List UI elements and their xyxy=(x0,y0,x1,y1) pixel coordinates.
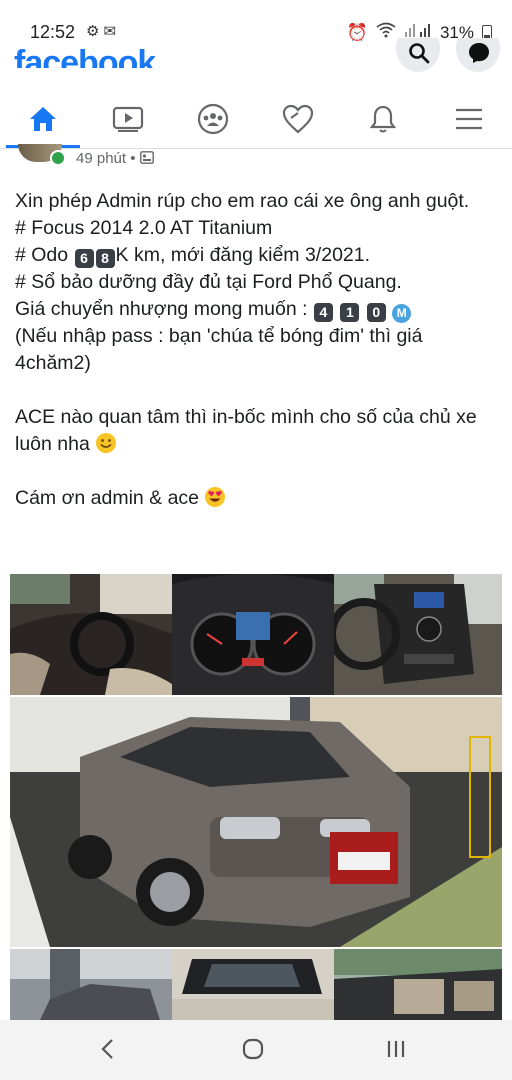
alarm-icon: ⏰ xyxy=(346,22,368,42)
tab-groups[interactable] xyxy=(178,92,248,146)
messenger-icon xyxy=(469,43,489,63)
post-line: Cám ơn admin & ace xyxy=(15,487,200,509)
back-button[interactable] xyxy=(100,1038,116,1066)
keycap-digit: 1 xyxy=(340,303,360,322)
photo-car-interior-side[interactable] xyxy=(334,949,502,1020)
smiling-face-icon xyxy=(95,432,117,454)
search-icon xyxy=(409,43,430,64)
tab-dating[interactable] xyxy=(263,92,333,146)
dot-separator: • xyxy=(130,150,140,167)
photo-interior-dashboard[interactable] xyxy=(10,574,172,695)
post-line: # Sổ bảo dưỡng đầy đủ tại Ford Phổ Quang… xyxy=(15,271,402,293)
group-privacy-icon xyxy=(139,151,154,164)
post-body: Xin phép Admin rúp cho em rao cái xe ông… xyxy=(15,188,500,512)
tab-bar xyxy=(0,92,512,149)
heart-eyes-icon xyxy=(204,486,226,508)
dating-icon xyxy=(282,104,314,134)
online-indicator xyxy=(50,150,66,166)
circled-m: M xyxy=(392,304,412,323)
post-line: Giá chuyển nhượng mong muốn : xyxy=(15,298,313,320)
video-icon xyxy=(112,106,144,132)
home-button[interactable] xyxy=(242,1038,264,1066)
tab-home[interactable] xyxy=(6,92,80,148)
recents-icon xyxy=(387,1041,405,1057)
photo-car-side[interactable] xyxy=(10,949,172,1020)
photo-center-console[interactable] xyxy=(334,574,502,695)
wifi-icon xyxy=(376,22,396,43)
recents-button[interactable] xyxy=(386,1038,406,1066)
photo-sunroof[interactable] xyxy=(172,949,334,1020)
groups-icon xyxy=(197,103,229,135)
post-line: K km, mới đăng kiểm 3/2021. xyxy=(115,244,371,266)
tab-notifications[interactable] xyxy=(348,92,418,146)
menu-icon xyxy=(456,108,482,130)
photo-car-exterior[interactable] xyxy=(10,697,502,947)
tab-menu[interactable] xyxy=(434,92,504,146)
tab-watch[interactable] xyxy=(93,92,163,146)
keycap-digit: 4 xyxy=(313,303,333,322)
back-icon xyxy=(101,1039,113,1059)
keycap-digit: 6 xyxy=(74,249,94,268)
post-line: # Focus 2014 2.0 AT Titanium xyxy=(15,217,273,239)
keycap-digit: 8 xyxy=(95,249,115,268)
post-line: Xin phép Admin rúp cho em rao cái xe ông… xyxy=(15,190,470,212)
home-icon xyxy=(30,107,56,131)
post-time[interactable]: 49 phút xyxy=(76,150,126,167)
facebook-logo[interactable]: facebook xyxy=(14,38,155,68)
post-meta: 49 phút • xyxy=(0,144,512,174)
notifications-icon xyxy=(369,105,397,133)
post-line: # Odo xyxy=(15,244,74,266)
system-nav-bar xyxy=(0,1020,512,1080)
post-line: (Nếu nhập pass : bạn 'chúa tể bóng đim' … xyxy=(15,325,428,374)
post-line: ACE nào quan tâm thì in-bốc mình cho số … xyxy=(15,406,483,455)
home-circle-icon xyxy=(242,1038,264,1060)
keycap-digit: 0 xyxy=(366,303,386,322)
photo-instrument-cluster[interactable] xyxy=(172,574,334,695)
